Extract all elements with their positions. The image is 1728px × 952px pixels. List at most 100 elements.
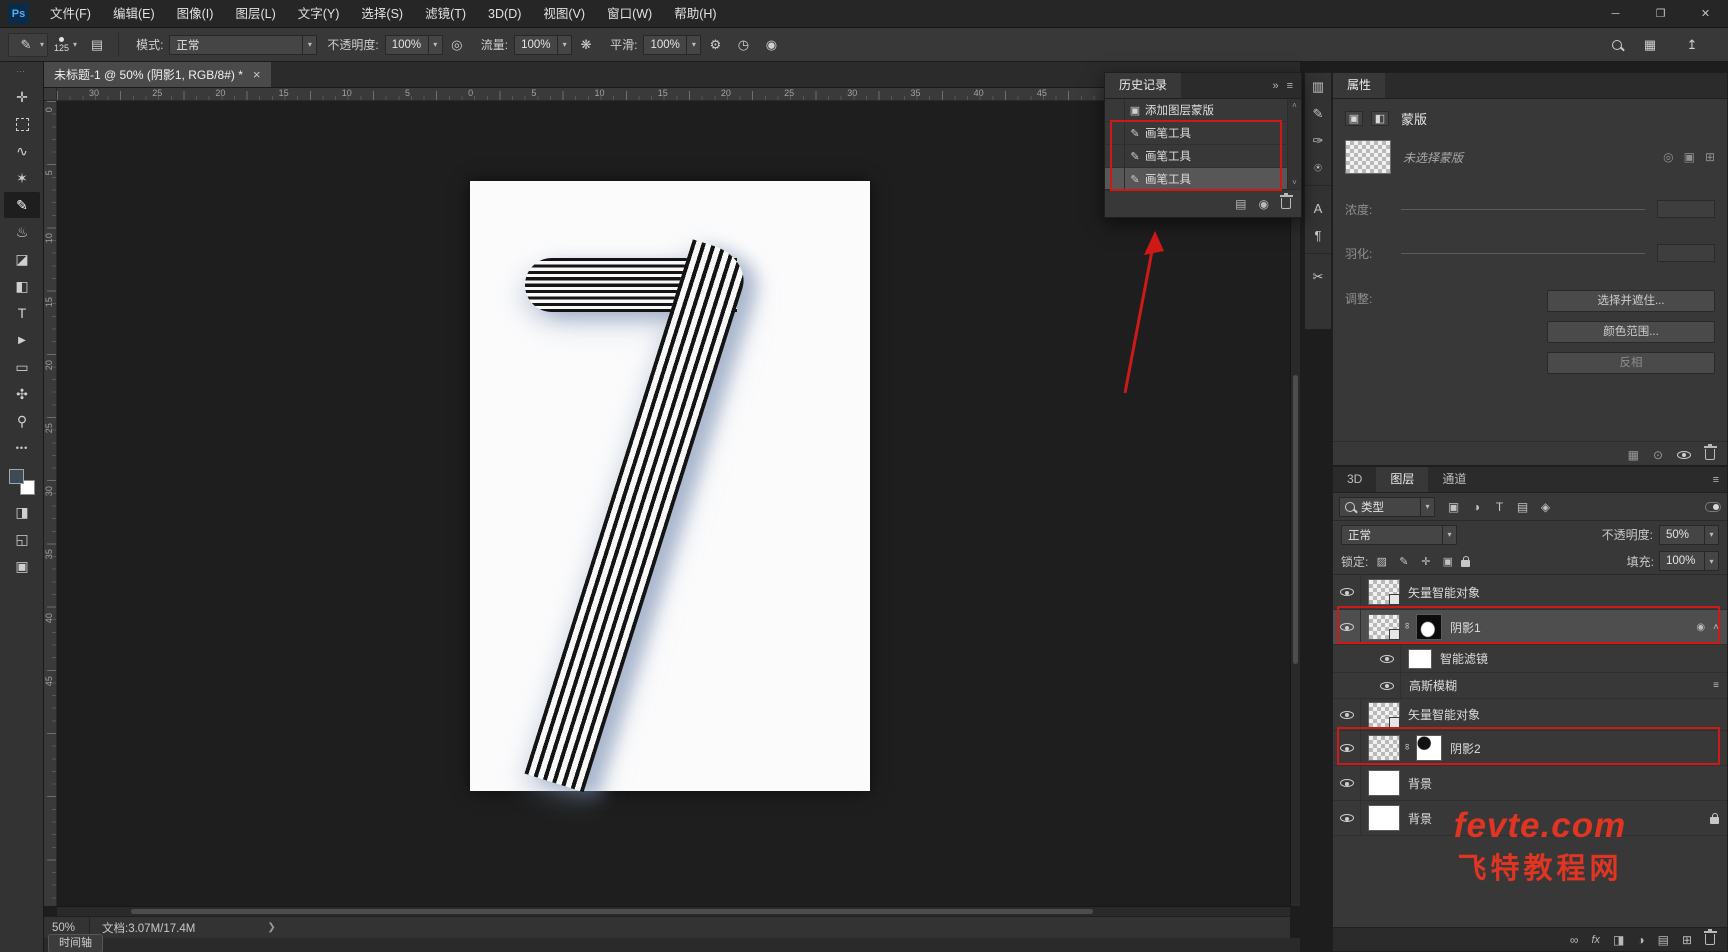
link-layers-icon[interactable]: ∞ [1570, 933, 1579, 947]
menu-type[interactable]: 文字(Y) [287, 0, 351, 28]
minimize-button[interactable]: ─ [1593, 0, 1638, 28]
delete-mask-trash-icon[interactable] [1703, 443, 1717, 460]
layer-row-shadow2[interactable]: ∞ 阴影2 [1333, 731, 1727, 766]
collapse-panel-icon[interactable]: » [1272, 80, 1278, 92]
history-source-checkbox[interactable] [1105, 168, 1125, 190]
hand-tool[interactable]: ✣ [4, 381, 40, 407]
character-panel-icon[interactable]: A [1305, 195, 1331, 222]
brush-tool[interactable]: ✎ [4, 192, 40, 218]
flow-select[interactable]: 100% ▾ [514, 34, 573, 55]
libraries-panel-icon[interactable]: ✂ [1305, 263, 1331, 290]
clone-stamp-tool[interactable]: ♨ [4, 219, 40, 245]
smart-filter-thumbnail[interactable] [1408, 648, 1432, 669]
layer-thumbnail[interactable] [1368, 701, 1400, 728]
history-item-brush-1[interactable]: ✎ 画笔工具 [1105, 122, 1287, 145]
quick-mask-button[interactable]: ◨ [4, 499, 40, 525]
layer-filter-select[interactable]: 类型 ▾ [1339, 496, 1435, 517]
foreground-color-swatch[interactable] [8, 469, 24, 484]
close-button[interactable]: ✕ [1683, 0, 1728, 28]
shape-tool[interactable]: ▭ [4, 354, 40, 380]
marquee-tool[interactable] [4, 111, 40, 137]
menu-image[interactable]: 图像(I) [166, 0, 225, 28]
brush-settings-panel-icon[interactable]: ✑ [1305, 127, 1331, 154]
visibility-toggle[interactable] [1333, 699, 1361, 730]
close-tab-icon[interactable]: × [253, 67, 261, 82]
new-document-from-state-icon[interactable]: ▤ [1235, 197, 1246, 211]
layer-thumbnail[interactable] [1368, 614, 1400, 640]
eraser-tool[interactable]: ◪ [4, 246, 40, 272]
menu-file[interactable]: 文件(F) [39, 0, 102, 28]
tab-properties[interactable]: 属性 [1333, 73, 1386, 98]
mask-option-icon-2[interactable]: ▣ [1684, 150, 1695, 164]
layer-thumbnail[interactable] [1368, 805, 1400, 831]
filter-shape-layers-icon[interactable]: ▤ [1512, 497, 1533, 517]
new-snapshot-icon[interactable]: ◉ [1259, 197, 1269, 211]
apply-mask-icon[interactable]: ⊙ [1653, 448, 1663, 462]
feather-value-box[interactable] [1657, 244, 1715, 262]
tool-preset-picker[interactable]: ✎ ▾ [8, 32, 49, 57]
visibility-toggle[interactable] [1333, 610, 1361, 644]
brush-settings-panel-toggle[interactable]: ▤ [85, 33, 109, 57]
move-tool[interactable]: ✛ [4, 84, 40, 110]
canvas[interactable] [57, 101, 1290, 906]
tab-channels[interactable]: 通道 [1428, 467, 1480, 492]
smoothing-options-gear-icon[interactable]: ⚙ [703, 33, 727, 57]
delete-layer-trash-icon[interactable] [1703, 928, 1717, 945]
lock-all-icon[interactable] [1461, 555, 1471, 567]
lock-paint-icon[interactable]: ✎ [1395, 553, 1412, 570]
timeline-button[interactable]: 时间轴 [48, 934, 103, 952]
density-slider[interactable] [1401, 208, 1645, 210]
vertical-scrollbar[interactable] [1290, 101, 1300, 906]
smoothing-select[interactable]: 100% ▾ [643, 34, 702, 55]
visibility-toggle[interactable] [1333, 766, 1361, 800]
scroll-up-icon[interactable]: ˄ [1292, 101, 1297, 110]
history-item-brush-2[interactable]: ✎ 画笔工具 [1105, 145, 1287, 168]
color-range-button[interactable]: 颜色范围... [1547, 321, 1715, 343]
new-layer-icon[interactable]: ⊞ [1682, 933, 1692, 947]
layer-mask-thumbnail[interactable] [1416, 614, 1442, 640]
menu-layer[interactable]: 图层(L) [224, 0, 286, 28]
brush-angle-icon[interactable]: ◷ [731, 33, 755, 57]
panel-menu-icon[interactable]: ≡ [1287, 80, 1293, 92]
mask-link-icon[interactable]: ∞ [1403, 744, 1413, 753]
filter-pixel-layers-icon[interactable]: ▣ [1443, 497, 1464, 517]
menu-window[interactable]: 窗口(W) [596, 0, 663, 28]
search-icon[interactable] [1612, 39, 1622, 50]
menu-3d[interactable]: 3D(D) [477, 0, 532, 28]
invert-button[interactable]: 反相 [1547, 352, 1715, 374]
vector-mask-icon[interactable]: ◧ [1371, 111, 1389, 126]
lasso-tool[interactable]: ∿ [4, 138, 40, 164]
menu-help[interactable]: 帮助(H) [663, 0, 727, 28]
filter-adjustment-layers-icon[interactable]: ◑ [1466, 497, 1487, 517]
filter-type-layers-icon[interactable]: T [1489, 497, 1510, 517]
edit-toolbar-button[interactable]: ••• [4, 435, 40, 461]
mask-link-icon[interactable]: ∞ [1403, 623, 1413, 632]
horizontal-scrollbar[interactable] [57, 906, 1290, 916]
smart-filter-indicator-icon[interactable]: ◉ [1696, 622, 1705, 633]
menu-edit[interactable]: 编辑(E) [102, 0, 166, 28]
menu-view[interactable]: 视图(V) [532, 0, 596, 28]
opacity-select[interactable]: 100% ▾ [384, 34, 443, 55]
share-icon[interactable]: ↥ [1680, 33, 1704, 57]
menu-filter[interactable]: 滤镜(T) [414, 0, 477, 28]
visibility-toggle[interactable] [1333, 801, 1361, 835]
document-tab[interactable]: 未标题-1 @ 50% (阴影1, RGB/8#) * × [44, 62, 271, 87]
layer-thumbnail[interactable] [1368, 735, 1400, 761]
brush-preset-picker[interactable]: 125 ▾ [54, 36, 77, 53]
layer-row-vector-smart-2[interactable]: 矢量智能对象 [1333, 699, 1727, 731]
lock-position-icon[interactable]: ✛ [1417, 553, 1434, 570]
mask-option-icon-1[interactable]: ◎ [1663, 150, 1673, 164]
layer-row-shadow1[interactable]: ∞ 阴影1 ◉ ˄ [1333, 610, 1727, 645]
screen-mode-button[interactable]: ◱ [4, 526, 40, 552]
artboard-button[interactable]: ▣ [4, 553, 40, 579]
clone-source-panel-icon[interactable]: ⍟ [1305, 154, 1331, 181]
vertical-scroll-thumb[interactable] [1293, 374, 1298, 665]
filter-smart-objects-icon[interactable]: ◈ [1535, 497, 1556, 517]
status-chevron-icon[interactable]: ❯ [267, 922, 275, 933]
layer-row-background[interactable]: 背景 [1333, 801, 1727, 836]
layer-row-background-copy[interactable]: 背景 [1333, 766, 1727, 801]
panel-menu-icon[interactable]: ≡ [1713, 474, 1719, 486]
pen-pressure-size-icon[interactable]: ◉ [759, 33, 783, 57]
history-item-add-mask[interactable]: ▣ 添加图层蒙版 [1105, 99, 1287, 122]
tab-3d[interactable]: 3D [1333, 467, 1376, 492]
